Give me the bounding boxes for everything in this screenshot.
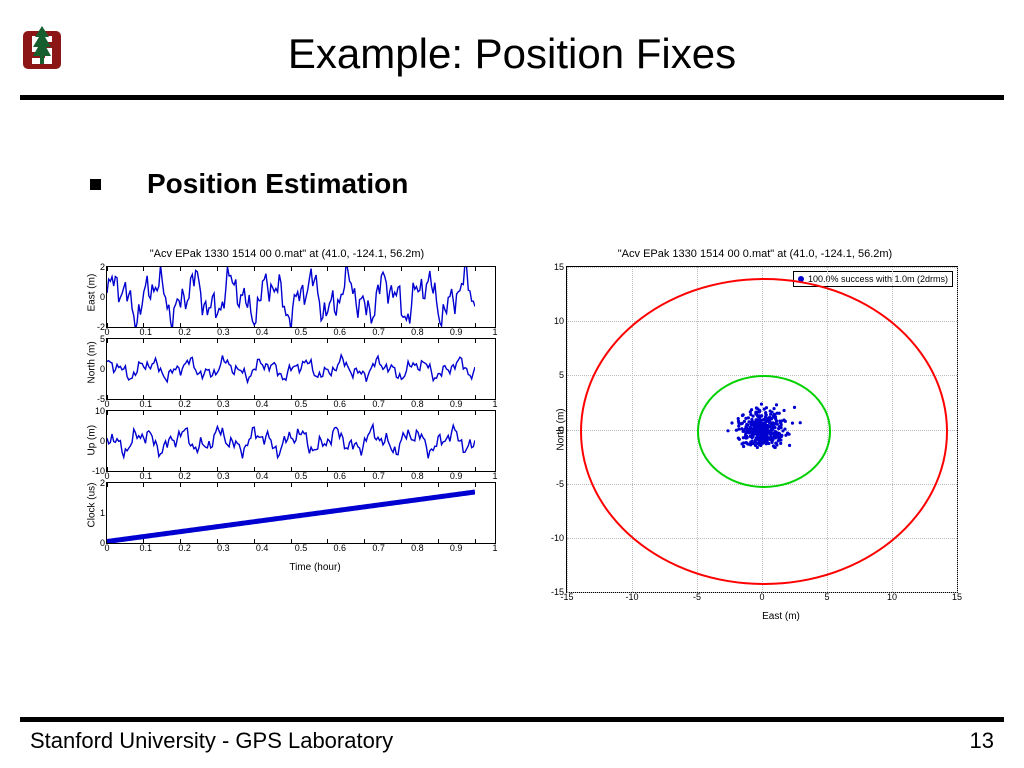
- subplot-plot-area: 01200.10.20.30.40.50.60.70.80.91: [106, 482, 496, 544]
- subplot-0: East (m)-20200.10.20.30.40.50.60.70.80.9…: [78, 266, 496, 328]
- scatter-plot-area: 100.0% success with 1.0m (2drms) -15-10-…: [566, 266, 958, 593]
- y-ticks: -505: [85, 339, 107, 399]
- y-ticks: -15-10-5051015: [543, 267, 567, 592]
- title-divider: [20, 95, 1004, 100]
- x-ticks: -15-10-5051015: [567, 592, 957, 606]
- scatter-xlabel: East (m): [540, 611, 996, 622]
- subplot-2: Up (m)-1001000.10.20.30.40.50.60.70.80.9…: [78, 410, 496, 472]
- scatter-figure: "Acv EPak 1330 1514 00 0.mat" at (41.0, …: [540, 248, 970, 622]
- scatter-points: [567, 267, 957, 592]
- left-figure-title: "Acv EPak 1330 1514 00 0.mat" at (41.0, …: [78, 248, 496, 260]
- footer-divider: [20, 717, 1004, 722]
- footer-left: Stanford University - GPS Laboratory: [30, 728, 393, 754]
- page-title: Example: Position Fixes: [0, 30, 1024, 78]
- time-series-figure: "Acv EPak 1330 1514 00 0.mat" at (41.0, …: [78, 248, 496, 622]
- bullet-row: Position Estimation: [90, 168, 408, 200]
- footer-right: 13: [970, 728, 994, 754]
- y-ticks: -202: [85, 267, 107, 327]
- y-ticks: -10010: [85, 411, 107, 471]
- subplot-plot-area: -1001000.10.20.30.40.50.60.70.80.91: [106, 410, 496, 472]
- bullet-marker: [90, 179, 101, 190]
- subplot-3: Clock (us)01200.10.20.30.40.50.60.70.80.…: [78, 482, 496, 544]
- y-ticks: 012: [85, 483, 107, 543]
- bullet-text: Position Estimation: [147, 168, 408, 200]
- right-figure-title: "Acv EPak 1330 1514 00 0.mat" at (41.0, …: [540, 248, 970, 260]
- subplot-1: North (m)-50500.10.20.30.40.50.60.70.80.…: [78, 338, 496, 400]
- x-ticks: 00.10.20.30.40.50.60.70.80.91: [107, 543, 495, 557]
- subplot-plot-area: -50500.10.20.30.40.50.60.70.80.91: [106, 338, 496, 400]
- subplot-plot-area: -20200.10.20.30.40.50.60.70.80.91: [106, 266, 496, 328]
- left-figure-xlabel: Time (hour): [78, 562, 524, 573]
